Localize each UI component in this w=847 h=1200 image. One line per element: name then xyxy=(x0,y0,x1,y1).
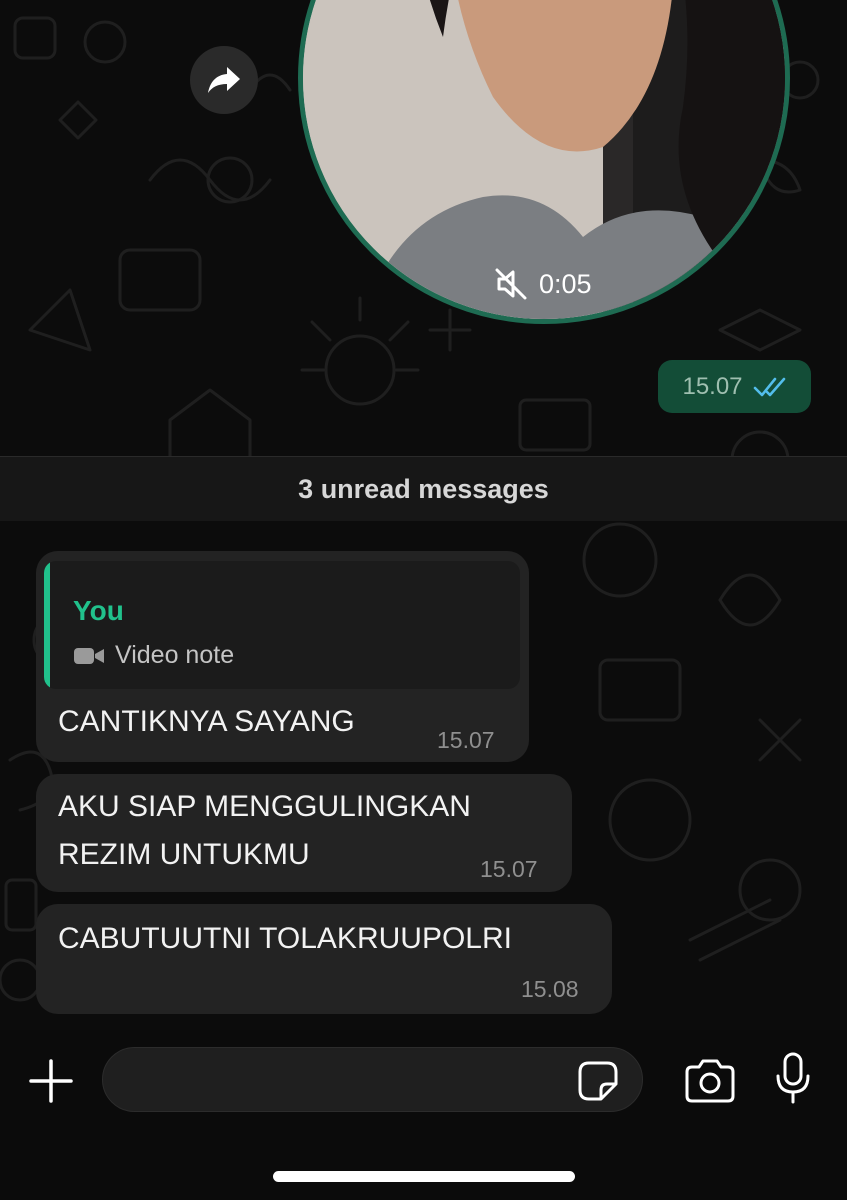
unread-messages-divider: 3 unread messages xyxy=(0,456,847,521)
message-text-line: REZIM UNTUKMU xyxy=(58,838,310,871)
message-text: CANTIKNYA SAYANG xyxy=(58,705,355,738)
camera-icon[interactable] xyxy=(683,1058,737,1104)
message-input[interactable] xyxy=(102,1047,643,1112)
video-duration: 0:05 xyxy=(495,266,592,302)
incoming-message-bubble[interactable]: CABUTUUTNI TOLAKRUUPOLRI 15.08 xyxy=(36,904,612,1014)
forward-arrow-icon xyxy=(208,67,240,93)
reply-author: You xyxy=(73,595,124,626)
outgoing-time-badge: 15.07 xyxy=(658,360,811,413)
plus-icon[interactable] xyxy=(28,1058,74,1104)
double-check-icon xyxy=(753,377,785,396)
video-camera-icon xyxy=(74,647,104,664)
chat-background: 0:05 15.07 3 unread messages You Video n… xyxy=(0,0,847,1030)
message-time: 15.08 xyxy=(521,976,579,1002)
message-time: 15.07 xyxy=(480,856,538,882)
sticker-icon[interactable] xyxy=(577,1060,619,1102)
incoming-message-bubble[interactable]: You Video note CANTIKNYA SAYANG 15.07 xyxy=(36,551,529,762)
outgoing-time: 15.07 xyxy=(682,372,743,400)
microphone-icon[interactable] xyxy=(774,1052,812,1104)
message-text: CABUTUUTNI TOLAKRUUPOLRI xyxy=(58,922,512,955)
forward-button[interactable] xyxy=(190,46,258,114)
message-time: 15.07 xyxy=(437,727,495,753)
speaker-muted-icon xyxy=(495,268,527,300)
video-duration-text: 0:05 xyxy=(539,268,592,299)
message-text-line: AKU SIAP MENGGULINGKAN xyxy=(58,790,471,823)
incoming-message-bubble[interactable]: AKU SIAP MENGGULINGKAN REZIM UNTUKMU 15.… xyxy=(36,774,572,892)
reply-quote[interactable]: You Video note xyxy=(44,561,520,689)
home-indicator[interactable] xyxy=(273,1171,575,1182)
reply-preview: Video note xyxy=(73,641,234,670)
reply-preview-text: Video note xyxy=(115,641,235,669)
unread-label: 3 unread messages xyxy=(298,473,549,504)
reply-quote-accent-bar xyxy=(44,561,50,689)
